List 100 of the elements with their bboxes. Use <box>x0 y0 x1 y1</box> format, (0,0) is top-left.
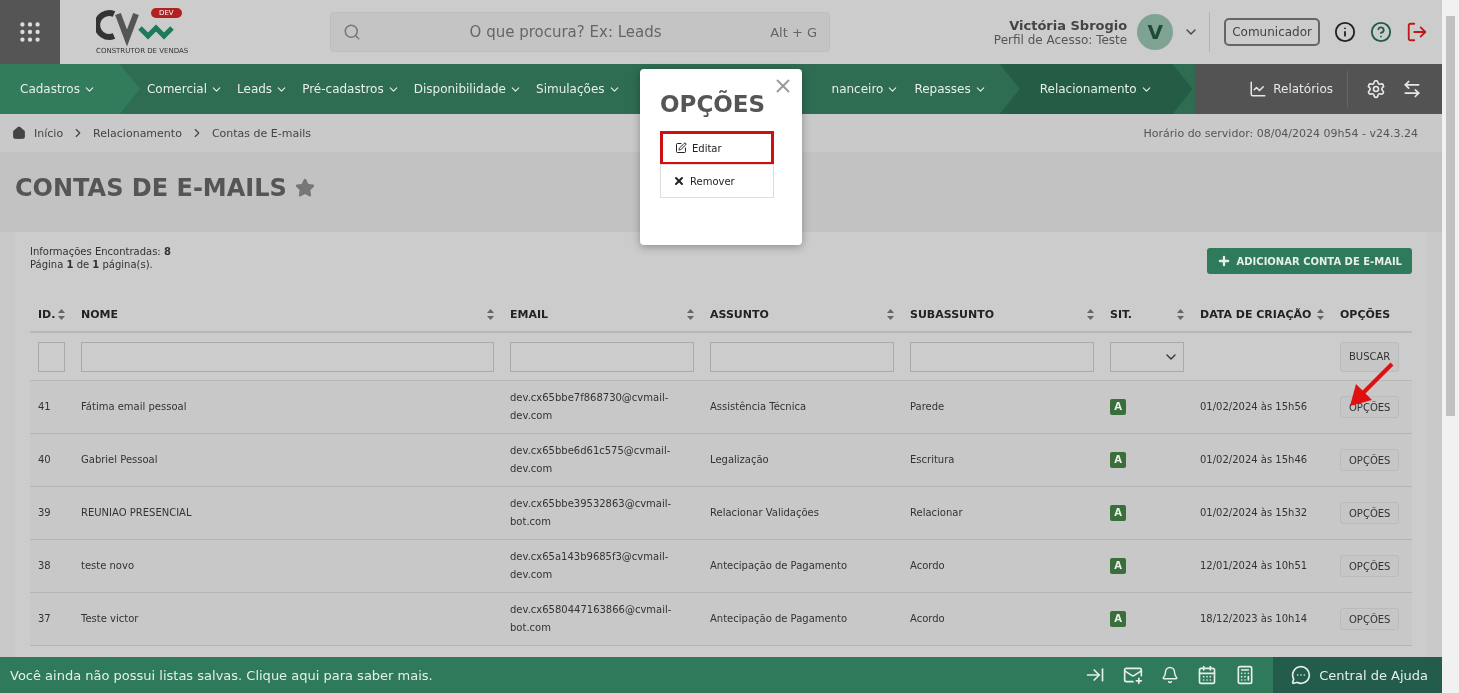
table-cell-text: Antecipação de Pagamento <box>709 559 849 573</box>
sort-icon[interactable] <box>58 309 65 320</box>
table-cell-text: Antecipação de Pagamento <box>709 612 849 626</box>
column-header: ID. <box>38 308 56 321</box>
nav-menu-item[interactable]: Cadastros <box>0 64 140 114</box>
help-icon[interactable] <box>1370 21 1392 43</box>
swap-arrows-icon[interactable] <box>1402 79 1422 99</box>
table-cell-text: 38 <box>37 559 52 573</box>
user-profile: Perfil de Acesso: Teste <box>993 32 1128 47</box>
results-summary: Página 1 de 1 página(s). <box>30 259 154 270</box>
column-header: NOME <box>81 308 119 321</box>
sort-icon[interactable] <box>687 309 694 320</box>
nav-menu-item[interactable]: nanceiro <box>831 64 908 114</box>
user-avatar[interactable]: V <box>1137 14 1174 50</box>
nav-menu-item[interactable]: Comercial <box>139 64 231 114</box>
close-icon <box>673 175 685 187</box>
menu-item[interactable]: Editar <box>660 131 774 165</box>
filter-input[interactable] <box>81 341 494 372</box>
breadcrumb-link[interactable]: Contas de E-mails <box>211 126 311 140</box>
filter-input[interactable] <box>710 341 894 372</box>
options-button[interactable]: OPÇÕES <box>1340 449 1400 471</box>
search-field[interactable]: O que procura? Ex: Leads <box>371 22 761 42</box>
table-cell-text: dev.cx65bbe7f868730@cvmail-dev.com <box>509 391 670 423</box>
footer-message[interactable]: Você ainda não possui listas salvas. Clique aqui para saber mais. <box>0 667 433 683</box>
table-cell-text: Acordo <box>909 559 946 573</box>
sort-icon[interactable] <box>887 309 894 320</box>
communicator-button[interactable]: Comunicador <box>1224 18 1320 46</box>
table-cell-text: teste novo <box>80 559 136 573</box>
nav-menu-item[interactable]: Relacionamento <box>999 64 1193 114</box>
add-account-button[interactable]: ADICIONAR CONTA DE E-MAIL <box>1206 248 1412 274</box>
status-badge: A <box>1110 399 1126 415</box>
table-cell-text: Parede <box>909 400 946 414</box>
filter-input[interactable] <box>510 341 694 372</box>
table-cell-text: Legalização <box>709 453 770 467</box>
table-cell-text: Gabriel Pessoal <box>80 453 159 467</box>
shortcut-hint: Alt + G <box>770 24 817 40</box>
arrow-to-line-icon[interactable] <box>1085 665 1106 685</box>
table-cell-text: dev.cx6580447163866@cvmail-bot.com <box>509 603 673 635</box>
status-badge: A <box>1110 558 1126 574</box>
help-center-button[interactable]: Central de Ajuda <box>1273 657 1442 693</box>
grid-icon <box>17 19 43 45</box>
nav-menu-item[interactable]: Repasses <box>907 64 994 114</box>
table-cell-text: Fátima email pessoal <box>80 400 188 414</box>
chat-icon <box>1291 665 1312 685</box>
status-badge: A <box>1110 611 1126 627</box>
table-cell-text: 41 <box>37 400 52 414</box>
options-button[interactable]: OPÇÕES <box>1340 502 1400 524</box>
table-cell-text: Escritura <box>909 453 956 467</box>
dialog-title: OPÇÕES <box>660 91 767 117</box>
search-bar[interactable]: O que procura? Ex: Leads Alt + G <box>330 12 830 52</box>
plus-icon <box>1216 254 1231 268</box>
scrollbar-thumb[interactable] <box>1446 16 1455 416</box>
column-header: DATA DE CRIAÇÃO <box>1200 308 1312 321</box>
column-header: ASSUNTO <box>710 308 769 321</box>
breadcrumb-link[interactable]: Relacionamento <box>93 126 182 140</box>
status-badge: A <box>1110 452 1126 468</box>
sort-icon[interactable] <box>1317 309 1324 320</box>
logout-icon[interactable] <box>1406 21 1428 43</box>
table-cell-text: dev.cx65bbe39532863@cvmail-bot.com <box>509 497 673 529</box>
mail-icon[interactable] <box>1123 665 1144 685</box>
nav-menu-item[interactable]: Disponibilidade <box>406 64 529 114</box>
edit-icon <box>675 142 687 154</box>
star-icon[interactable] <box>294 178 315 198</box>
column-header: SUBASSUNTO <box>910 308 995 321</box>
app-menu-button[interactable] <box>0 0 60 64</box>
sort-icon[interactable] <box>487 309 494 320</box>
table-cell-text: Acordo <box>909 612 946 626</box>
table-cell-text: 12/01/2024 às 10h51 <box>1199 559 1309 573</box>
nav-menu-item[interactable]: Simulações <box>529 64 628 114</box>
table-cell-text: 01/02/2024 às 15h32 <box>1199 506 1309 520</box>
home-icon[interactable] <box>12 126 26 140</box>
table-cell-text: dev.cx65bbe6d61c575@cvmail-dev.com <box>509 444 672 476</box>
results-summary: Informações Encontradas: 8 <box>30 246 171 257</box>
table-cell-text: REUNIAO PRESENCIAL <box>80 506 193 520</box>
table-cell-text: 39 <box>37 506 52 520</box>
table-cell-text: 01/02/2024 às 15h56 <box>1199 400 1309 414</box>
filter-input[interactable] <box>910 341 1094 372</box>
options-button[interactable]: OPÇÕES <box>1340 555 1400 577</box>
options-button[interactable]: OPÇÕES <box>1340 608 1400 630</box>
info-icon[interactable] <box>1334 21 1356 43</box>
table-cell-text: Assistência Técnica <box>709 400 808 414</box>
nav-menu-item[interactable]: Leads <box>230 64 296 114</box>
table-cell-text: 01/02/2024 às 15h46 <box>1199 453 1309 467</box>
sort-icon[interactable] <box>1177 309 1184 320</box>
breadcrumb-link[interactable]: Início <box>34 126 64 140</box>
server-time: Horário do servidor: 08/04/2024 09h54 - v24.3.24 <box>1143 126 1419 140</box>
calendar-icon[interactable] <box>1197 665 1218 685</box>
bell-icon[interactable] <box>1161 666 1180 684</box>
table-cell-text: 37 <box>37 612 52 626</box>
filter-input[interactable] <box>38 341 65 372</box>
nav-menu-item[interactable]: Pré-cadastros <box>295 64 407 114</box>
sort-icon[interactable] <box>1087 309 1094 320</box>
settings-icon[interactable] <box>1366 79 1386 99</box>
table-cell-text: Relacionar Validações <box>709 506 820 520</box>
table-cell-text: 40 <box>37 453 52 467</box>
menu-item[interactable]: Remover <box>660 164 774 198</box>
column-header: EMAIL <box>510 308 549 321</box>
calculator-icon[interactable] <box>1235 665 1256 685</box>
table-cell-text: dev.cx65a143b9685f3@cvmail-dev.com <box>509 550 670 582</box>
search-button[interactable]: BUSCAR <box>1340 341 1400 372</box>
